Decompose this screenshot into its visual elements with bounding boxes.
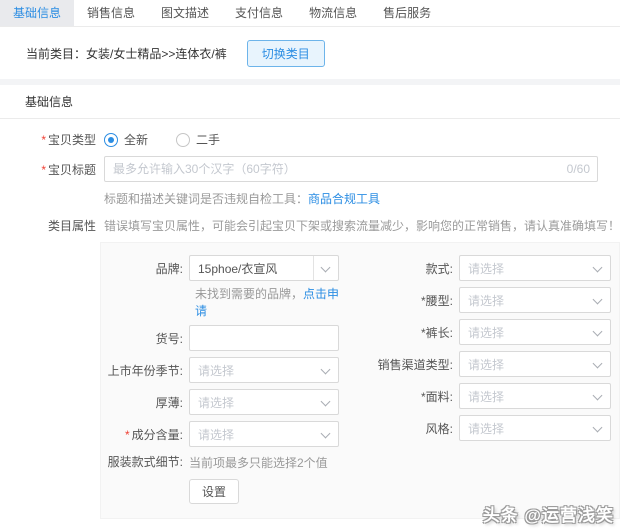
section-title: 基础信息 — [0, 85, 620, 119]
style-detail-set-button[interactable]: 设置 — [189, 479, 239, 504]
sales-channel-label: 销售渠道类型: — [349, 356, 459, 373]
sales-channel-row: 销售渠道类型: 请选择 — [349, 351, 613, 377]
title-char-counter: 0/60 — [567, 162, 590, 176]
fashion-style-row: 风格: 请选择 — [349, 415, 613, 441]
chevron-down-icon — [321, 429, 331, 439]
basic-info-form: *宝贝类型 全新 二手 *宝贝标题 0/60 标题和描述关键词是否违规自检工具：… — [0, 119, 620, 530]
radio-used[interactable]: 二手 — [176, 131, 220, 148]
fabric-label: *面料: — [349, 388, 459, 405]
category-attrs-row: 类目属性 错误填写宝贝属性，可能会引起宝贝下架或搜索流量减少，影响您的正常销售，… — [0, 217, 620, 234]
style-detail-note: 当前项最多只能选择2个值 — [189, 455, 328, 471]
current-category-bar: 当前类目：女装/女士精品>>连体衣/裤 切换类目 — [0, 27, 620, 79]
top-tabbar: 基础信息 销售信息 图文描述 支付信息 物流信息 售后服务 — [0, 0, 620, 27]
composition-select[interactable]: 请选择 — [189, 421, 339, 447]
item-type-radio-group: 全新 二手 — [104, 131, 248, 148]
composition-label: *成分含量: — [101, 426, 189, 443]
title-row: *宝贝标题 0/60 — [0, 156, 620, 182]
waist-type-label: *腰型: — [349, 292, 459, 309]
switch-category-button[interactable]: 切换类目 — [247, 40, 325, 67]
current-category-path: 女装/女士精品>>连体衣/裤 — [86, 45, 227, 62]
pants-length-select[interactable]: 请选择 — [459, 319, 611, 345]
item-type-row: *宝贝类型 全新 二手 — [0, 131, 620, 148]
chevron-down-icon — [593, 295, 603, 305]
style-row: 款式: 请选择 — [349, 255, 613, 281]
tab-payment-info[interactable]: 支付信息 — [222, 0, 296, 26]
tab-aftersale-service[interactable]: 售后服务 — [370, 0, 444, 26]
title-label: *宝贝标题 — [0, 161, 96, 178]
attributes-left-column: 品牌: 15phoe/衣宣风 未找到需要的品牌，点击申请 货号: 上市年份季节: — [101, 255, 349, 510]
waist-type-row: *腰型: 请选择 — [349, 287, 613, 313]
attributes-right-column: 款式: 请选择 *腰型: 请选择 *裤长: 请选择 — [349, 255, 613, 510]
radio-selected-icon — [104, 133, 118, 147]
chevron-down-icon — [321, 263, 331, 273]
current-category-label: 当前类目： — [26, 45, 86, 62]
style-detail-box: 当前项最多只能选择2个值 设置 — [189, 453, 328, 504]
watermark: 头条 @运营浅笑 — [483, 501, 614, 526]
composition-row: *成分含量: 请选择 — [101, 421, 349, 447]
tab-basic-info[interactable]: 基础信息 — [0, 0, 74, 26]
tab-logistics-info[interactable]: 物流信息 — [296, 0, 370, 26]
item-type-label: *宝贝类型 — [0, 131, 96, 148]
thickness-select[interactable]: 请选择 — [189, 389, 339, 415]
fashion-style-label: 风格: — [349, 420, 459, 437]
article-number-row: 货号: — [101, 325, 349, 351]
brand-row: 品牌: 15phoe/衣宣风 — [101, 255, 349, 281]
title-input[interactable] — [104, 156, 598, 182]
waist-type-select[interactable]: 请选择 — [459, 287, 611, 313]
tab-sales-info[interactable]: 销售信息 — [74, 0, 148, 26]
season-row: 上市年份季节: 请选择 — [101, 357, 349, 383]
category-attrs-label: 类目属性 — [0, 217, 96, 234]
pants-length-row: *裤长: 请选择 — [349, 319, 613, 345]
radio-unselected-icon — [176, 133, 190, 147]
style-detail-row: 服装款式细节: 当前项最多只能选择2个值 设置 — [101, 453, 349, 504]
chevron-down-icon — [593, 327, 603, 337]
chevron-down-icon — [321, 365, 331, 375]
attributes-panel: 品牌: 15phoe/衣宣风 未找到需要的品牌，点击申请 货号: 上市年份季节: — [100, 242, 620, 519]
chevron-down-icon — [321, 397, 331, 407]
compliance-tool-link[interactable]: 商品合规工具 — [308, 192, 380, 206]
chevron-down-icon — [593, 391, 603, 401]
season-label: 上市年份季节: — [101, 362, 189, 379]
season-select[interactable]: 请选择 — [189, 357, 339, 383]
tab-description[interactable]: 图文描述 — [148, 0, 222, 26]
style-label: 款式: — [349, 260, 459, 277]
fabric-row: *面料: 请选择 — [349, 383, 613, 409]
chevron-down-icon — [593, 423, 603, 433]
category-attrs-warning: 错误填写宝贝属性，可能会引起宝贝下架或搜索流量减少，影响您的正常销售，请认真准确… — [104, 217, 620, 234]
article-number-input[interactable] — [189, 325, 339, 351]
radio-new[interactable]: 全新 — [104, 131, 148, 148]
thickness-row: 厚薄: 请选择 — [101, 389, 349, 415]
fashion-style-select[interactable]: 请选择 — [459, 415, 611, 441]
title-helper: 标题和描述关键词是否违规自检工具：商品合规工具 — [104, 190, 620, 207]
chevron-down-icon — [593, 359, 603, 369]
sales-channel-select[interactable]: 请选择 — [459, 351, 611, 377]
brand-label: 品牌: — [101, 260, 189, 277]
article-number-label: 货号: — [101, 330, 189, 347]
brand-select[interactable]: 15phoe/衣宣风 — [189, 255, 339, 281]
thickness-label: 厚薄: — [101, 394, 189, 411]
title-input-wrap: 0/60 — [104, 156, 598, 182]
fabric-select[interactable]: 请选择 — [459, 383, 611, 409]
style-detail-label: 服装款式细节: — [101, 453, 189, 470]
product-edit-page: 基础信息 销售信息 图文描述 支付信息 物流信息 售后服务 当前类目：女装/女士… — [0, 0, 620, 530]
chevron-down-icon — [593, 263, 603, 273]
pants-length-label: *裤长: — [349, 324, 459, 341]
brand-helper: 未找到需要的品牌，点击申请 — [195, 285, 349, 319]
style-select[interactable]: 请选择 — [459, 255, 611, 281]
